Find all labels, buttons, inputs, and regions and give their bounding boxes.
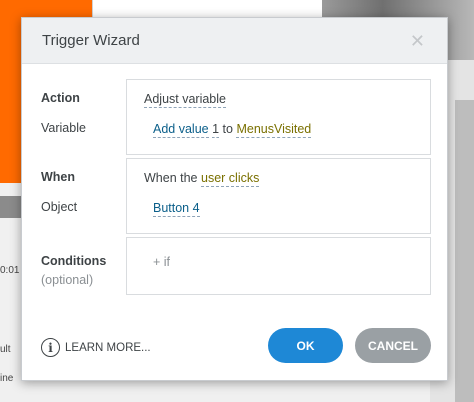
variable-row: Add value 1 to MenusVisited (153, 122, 312, 138)
background-label-b: ine (0, 373, 14, 384)
action-label: Action (41, 91, 80, 105)
to-text: to (222, 122, 233, 136)
dialog-title: Trigger Wizard (42, 32, 140, 49)
event-link[interactable]: user clicks (201, 171, 260, 187)
variable-label: Variable (41, 121, 86, 135)
action-type-link[interactable]: Adjust variable (144, 92, 226, 108)
add-condition-link[interactable]: + if (153, 255, 170, 269)
object-row: Button 4 (153, 201, 200, 217)
background-time-label: 0:01 (0, 265, 20, 276)
when-label: When (41, 170, 76, 184)
when-section: When Object When the user clicks Button … (22, 158, 447, 234)
learn-more-link[interactable]: i LEARN MORE... (41, 338, 151, 357)
action-row: Adjust variable (144, 92, 226, 108)
object-link[interactable]: Button 4 (153, 201, 200, 217)
variable-name-link[interactable]: MenusVisited (236, 122, 312, 138)
info-icon: i (41, 338, 60, 357)
when-box: When the user clicks Button 4 (126, 158, 431, 234)
dialog-header: Trigger Wizard ✕ (22, 18, 447, 64)
action-section: Action Variable Adjust variable Add valu… (22, 79, 447, 155)
when-row: When the user clicks (144, 171, 260, 187)
dialog-footer: i LEARN MORE... OK CANCEL (22, 328, 447, 380)
close-icon[interactable]: ✕ (410, 32, 425, 50)
ok-button[interactable]: OK (268, 328, 343, 363)
operation-link[interactable]: Add value (153, 122, 209, 138)
trigger-wizard-dialog: Trigger Wizard ✕ Action Variable Adjust … (21, 17, 448, 381)
operation-value-link[interactable]: 1 (212, 122, 220, 138)
background-label-a: ult (0, 344, 11, 355)
object-label: Object (41, 200, 78, 214)
conditions-section: Conditions (optional) + if (22, 237, 447, 295)
conditions-optional-label: (optional) (41, 273, 94, 287)
background-scrollbar[interactable] (455, 100, 474, 402)
action-box: Adjust variable Add value 1 to MenusVisi… (126, 79, 431, 155)
conditions-label: Conditions (41, 254, 107, 268)
when-prefix: When the (144, 171, 198, 185)
conditions-box: + if (126, 237, 431, 295)
background-toolbar-strip (0, 196, 22, 218)
learn-more-label: LEARN MORE... (65, 341, 151, 354)
cancel-button[interactable]: CANCEL (355, 328, 431, 363)
